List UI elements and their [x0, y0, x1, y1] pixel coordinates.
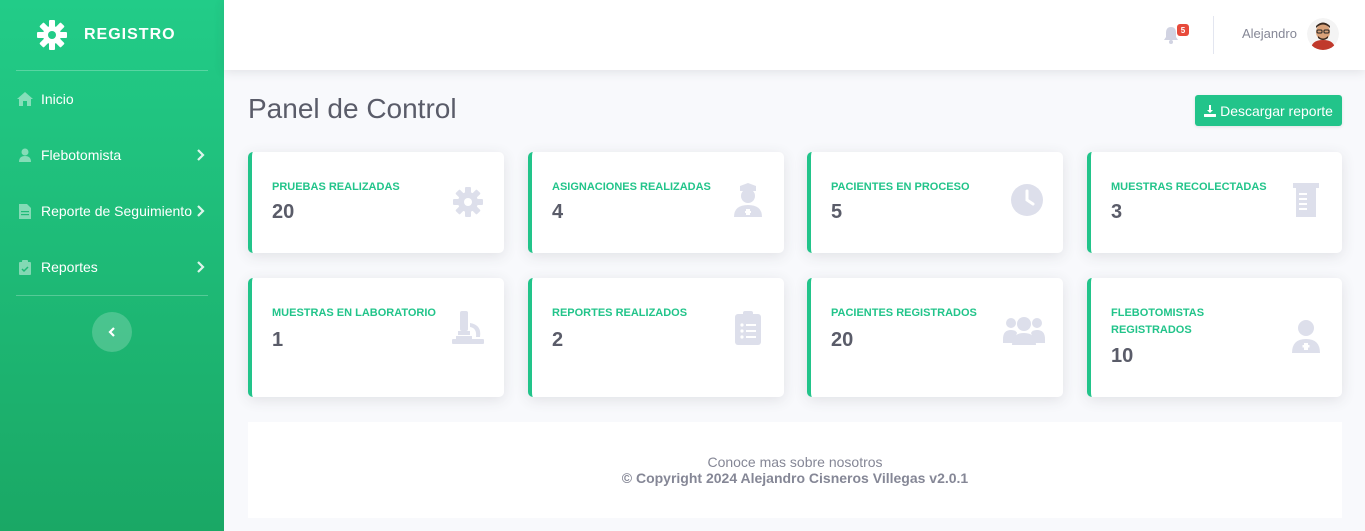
- sidebar-item-label: Inicio: [41, 91, 74, 107]
- card-value: 1: [272, 329, 284, 351]
- sidebar-divider: [16, 295, 208, 296]
- card-value: 20: [831, 329, 854, 351]
- sidebar-item-inicio[interactable]: Inicio: [0, 71, 224, 127]
- sidebar-item-label: Reporte de Seguimiento: [41, 203, 192, 219]
- card-label: FLEBOTOMISTAS REGISTRADOS: [1111, 307, 1205, 336]
- sidebar: REGISTRO Inicio Flebotomista Reporte de …: [0, 0, 224, 531]
- page-title: Panel de Control: [248, 93, 457, 124]
- brand-name: REGISTRO: [84, 26, 176, 43]
- sidebar-toggle-button[interactable]: [92, 312, 132, 352]
- gear-icon: [450, 184, 486, 220]
- sidebar-item-reporte-seguimiento[interactable]: Reporte de Seguimiento: [0, 183, 224, 239]
- card-value: 5: [831, 201, 843, 223]
- footer-about-link[interactable]: Conoce mas sobre nosotros: [248, 454, 1342, 470]
- receipt-icon: [1288, 182, 1324, 218]
- user-icon: [17, 147, 33, 163]
- card-label: PRUEBAS REALIZADAS: [272, 181, 400, 193]
- card-label: MUESTRAS EN LABORATORIO: [272, 307, 436, 319]
- card-label: PACIENTES REGISTRADOS: [831, 307, 977, 319]
- sidebar-item-reportes[interactable]: Reportes: [0, 239, 224, 295]
- card-value: 2: [552, 329, 564, 351]
- notification-badge: 5: [1177, 24, 1189, 36]
- card-asignaciones-realizadas[interactable]: ASIGNACIONES REALIZADAS 4: [528, 152, 784, 253]
- chevron-right-icon: [197, 261, 205, 273]
- users-icon: [1003, 312, 1045, 348]
- footer: Conoce mas sobre nosotros © Copyright 20…: [248, 422, 1342, 518]
- sidebar-item-flebotomista[interactable]: Flebotomista: [0, 127, 224, 183]
- topbar: 5 Alejandro: [224, 0, 1365, 70]
- document-icon: [17, 203, 33, 219]
- sidebar-item-label: Flebotomista: [41, 147, 122, 163]
- user-doctor-icon: [1288, 318, 1324, 354]
- microscope-icon: [450, 310, 486, 346]
- clipboard-check-icon: [17, 259, 33, 275]
- chevron-right-icon: [197, 149, 205, 161]
- sidebar-item-label: Reportes: [41, 259, 98, 275]
- download-report-label: Descargar reporte: [1220, 102, 1333, 119]
- card-muestras-recolectadas[interactable]: MUESTRAS RECOLECTADAS 3: [1087, 152, 1342, 253]
- card-pacientes-en-proceso[interactable]: PACIENTES EN PROCESO 5: [807, 152, 1063, 253]
- brand[interactable]: REGISTRO: [0, 0, 224, 70]
- clock-icon: [1009, 182, 1045, 218]
- card-pruebas-realizadas[interactable]: PRUEBAS REALIZADAS 20: [248, 152, 504, 253]
- home-icon: [17, 91, 33, 107]
- card-muestras-en-laboratorio[interactable]: MUESTRAS EN LABORATORIO 1: [248, 278, 504, 397]
- clipboard-list-icon: [730, 310, 766, 346]
- card-value: 3: [1111, 201, 1123, 223]
- download-report-button[interactable]: Descargar reporte: [1195, 95, 1342, 126]
- chevron-left-icon: [108, 327, 115, 337]
- avatar[interactable]: [1307, 18, 1339, 50]
- gear-icon: [36, 19, 68, 51]
- card-value: 10: [1111, 345, 1134, 367]
- card-flebotomistas-registrados[interactable]: FLEBOTOMISTAS REGISTRADOS 10: [1087, 278, 1342, 397]
- card-value: 4: [552, 201, 564, 223]
- card-pacientes-registrados[interactable]: PACIENTES REGISTRADOS 20: [807, 278, 1063, 397]
- card-label: REPORTES REALIZADOS: [552, 307, 688, 319]
- user-nurse-icon: [730, 182, 766, 218]
- card-label: MUESTRAS RECOLECTADAS: [1111, 181, 1267, 193]
- card-value: 20: [272, 201, 295, 223]
- download-icon: [1204, 104, 1217, 117]
- chevron-right-icon: [197, 205, 205, 217]
- footer-copyright: © Copyright 2024 Alejandro Cisneros Vill…: [621, 470, 969, 486]
- card-label: ASIGNACIONES REALIZADAS: [552, 181, 711, 193]
- topbar-divider: [1213, 16, 1214, 54]
- user-name[interactable]: Alejandro: [1242, 26, 1297, 41]
- card-label: PACIENTES EN PROCESO: [831, 181, 970, 193]
- card-reportes-realizados[interactable]: REPORTES REALIZADOS 2: [528, 278, 784, 397]
